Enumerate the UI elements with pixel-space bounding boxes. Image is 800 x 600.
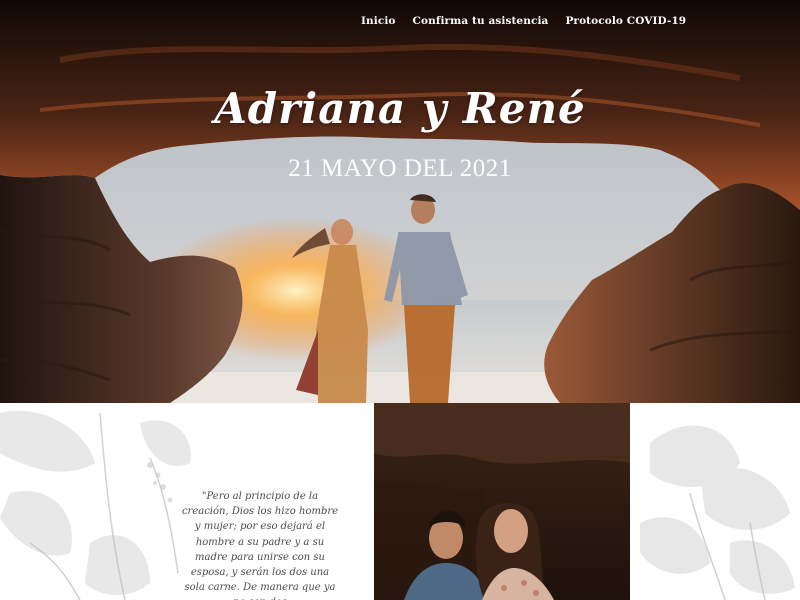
hero-date: 21 MAYO DEL 2021 — [288, 155, 512, 182]
hero-section: Inicio Confirma tu asistencia Protocolo … — [0, 0, 800, 403]
nav-link-inicio[interactable]: Inicio — [361, 15, 396, 33]
bible-quote: "Pero al principio de la creación, Dios … — [181, 491, 339, 600]
top-navigation: Inicio Confirma tu asistencia Protocolo … — [0, 15, 800, 33]
couple-portrait-photo — [374, 403, 630, 600]
nav-link-protocolo-covid[interactable]: Protocolo COVID-19 — [565, 15, 686, 33]
watercolor-floral-right — [640, 425, 795, 600]
hero-photo — [0, 0, 800, 403]
nav-link-confirma-asistencia[interactable]: Confirma tu asistencia — [413, 15, 549, 33]
hero-title: Adriana y René — [214, 84, 586, 133]
quote-section: "Pero al principio de la creación, Dios … — [0, 403, 800, 600]
